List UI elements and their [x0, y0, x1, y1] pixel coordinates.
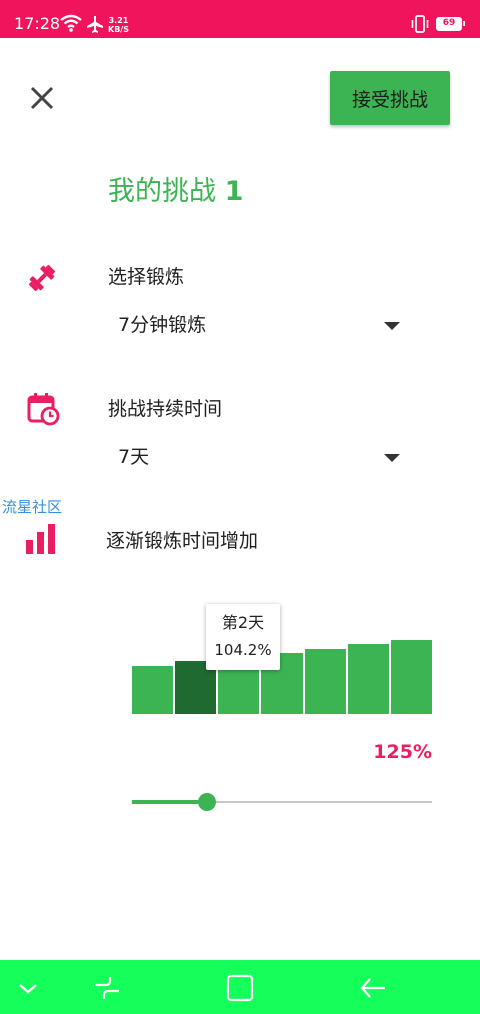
- status-bar: 17:28 3.21 KB/S 69: [0, 0, 480, 38]
- challenge-screen: 17:28 3.21 KB/S 69 接受挑战 我的挑战 1 选择锻炼 7分钟锻…: [0, 0, 480, 1014]
- airplane-icon: [87, 16, 103, 33]
- back-button[interactable]: [358, 973, 388, 1003]
- slider-fill: [132, 800, 207, 804]
- bar-chart-icon: [26, 524, 55, 554]
- net-speed: 3.21 KB/S: [108, 16, 129, 34]
- recent-apps-icon: [95, 977, 119, 999]
- net-speed-unit: KB/S: [108, 25, 129, 34]
- dropdown-arrow-icon: [384, 322, 400, 330]
- navigation-bar: [0, 960, 480, 1014]
- chart-bar[interactable]: [304, 648, 346, 714]
- net-speed-value: 3.21: [108, 16, 129, 25]
- tooltip-value: 104.2%: [214, 641, 272, 659]
- accept-challenge-button[interactable]: 接受挑战: [330, 71, 450, 125]
- duration-label: 挑战持续时间: [108, 398, 223, 420]
- increase-slider[interactable]: [132, 792, 432, 812]
- slider-thumb[interactable]: [198, 793, 216, 811]
- chart-bar[interactable]: [132, 665, 174, 714]
- increase-chart: [132, 640, 432, 714]
- exercise-dropdown[interactable]: 7分钟锻炼: [118, 308, 400, 342]
- chart-bar[interactable]: [347, 644, 389, 714]
- chevron-down-icon: [19, 984, 37, 994]
- watermark-text: 流星社区: [2, 498, 63, 516]
- increase-percent: 125%: [373, 741, 432, 763]
- duration-value: 7天: [118, 446, 150, 468]
- title-text: 我的挑战: [108, 176, 225, 207]
- collapse-nav-button[interactable]: [13, 973, 43, 1003]
- chart-tooltip: 第2天 104.2%: [206, 604, 280, 670]
- page-title: 我的挑战 1: [108, 174, 243, 210]
- exercise-label: 选择锻炼: [108, 266, 185, 288]
- tooltip-day: 第2天: [221, 613, 265, 632]
- vibrate-icon: [411, 15, 429, 33]
- exercise-value: 7分钟锻炼: [118, 314, 207, 336]
- dropdown-arrow-icon: [384, 454, 400, 462]
- increase-label: 逐渐锻炼时间增加: [106, 530, 259, 552]
- close-button[interactable]: [26, 82, 58, 114]
- recent-apps-button[interactable]: [92, 973, 122, 1003]
- status-time: 17:28: [14, 14, 61, 33]
- home-button[interactable]: [225, 973, 255, 1003]
- title-number: 1: [224, 176, 244, 207]
- battery-icon: 69: [436, 17, 465, 31]
- close-icon: [30, 86, 54, 110]
- home-icon: [226, 974, 254, 1002]
- dumbbell-icon: [28, 264, 56, 292]
- calendar-clock-icon: [27, 393, 60, 426]
- back-icon: [360, 978, 385, 998]
- wifi-icon: [60, 14, 82, 32]
- chart-bar[interactable]: [390, 640, 432, 714]
- duration-dropdown[interactable]: 7天: [118, 440, 400, 474]
